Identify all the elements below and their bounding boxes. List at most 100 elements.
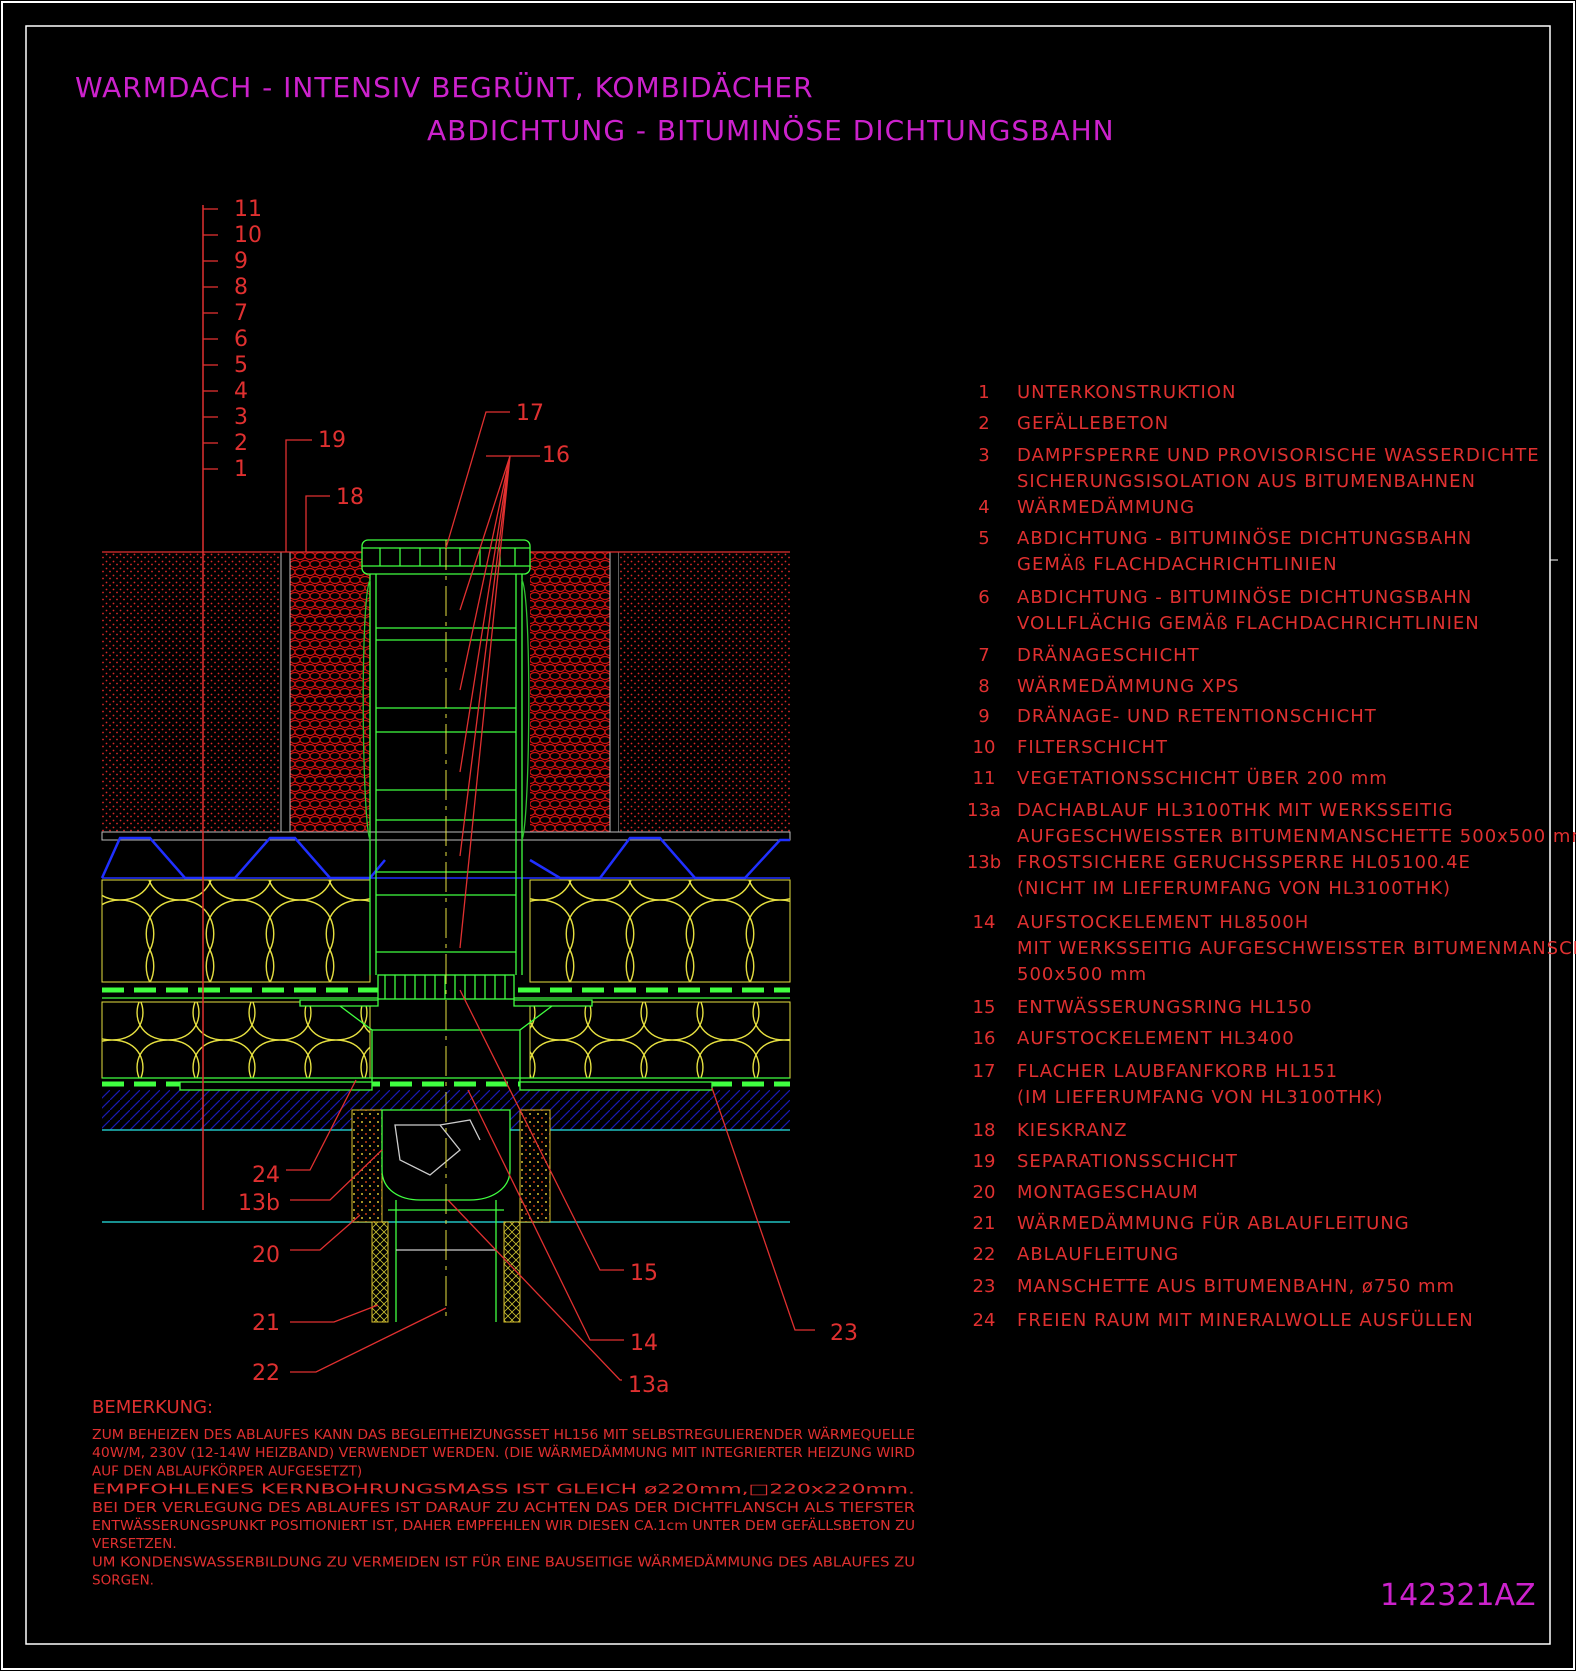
legend-text: MANSCHETTE AUS BITUMENBAHN, ø750 mm: [1017, 1276, 1455, 1297]
legend-number: 1: [978, 382, 989, 403]
legend-item: 3 DAMPFSPERRE UND PROVISORISCHE WASSERDIC…: [978, 445, 1540, 492]
legend-item: 8 WÄRMEDÄMMUNG XPS: [978, 676, 1238, 697]
callout-24: 24: [252, 1163, 280, 1188]
legend-text: ENTWÄSSERUNGSRING HL150: [1017, 997, 1313, 1018]
legend: 1 UNTERKONSTRUKTION 2 GEFÄLLEBETON 3 DAMPFSPE…: [967, 382, 1576, 1331]
legend-item: 11 VEGETATIONSSCHICHT ÜBER 200 mm: [973, 767, 1387, 789]
legend-number: 18: [973, 1120, 996, 1141]
title-line-1: WARMDACH - INTENSIV BEGRÜNT, KOMBIDÄCHER: [75, 70, 814, 104]
vegetation-layer-left: [102, 552, 281, 832]
legend-item: 19 SEPARATIONSSCHICHT: [973, 1151, 1238, 1172]
remark-line: EMPFOHLENES KERNBOHRUNGSMASS IST GLEICH …: [92, 1482, 915, 1498]
legend-item: 15 ENTWÄSSERUNGSRING HL150: [973, 997, 1313, 1018]
mounting-foam-left: [351, 1109, 383, 1223]
legend-text: ABLAUFLEITUNG: [1017, 1244, 1179, 1265]
remark-line: ENTWÄSSERUNGSPUNKT POSITIONIERT IST, DAH…: [92, 1516, 915, 1534]
remark-heading: BEMERKUNG:: [92, 1397, 213, 1418]
legend-number: 4: [978, 497, 989, 518]
legend-number: 6: [978, 587, 989, 608]
legend-number: 3: [978, 445, 989, 466]
legend-text: (IM LIEFERUMFANG VON HL3100THK): [1017, 1087, 1383, 1108]
callout-23: 23: [830, 1321, 858, 1346]
legend-item: 5 ABDICHTUNG - BITUMINÖSE DICHTUNGSBAHN GE…: [978, 527, 1472, 575]
legend-text: UNTERKONSTRUKTION: [1017, 382, 1236, 403]
layer-number: 6: [234, 327, 248, 352]
legend-item: 2 GEFÄLLEBETON: [978, 413, 1169, 434]
legend-number: 17: [973, 1061, 996, 1082]
legend-item: 9 DRÄNAGE- UND RETENTIONSCHICHT: [978, 706, 1375, 727]
callout-14: 14: [630, 1331, 658, 1356]
legend-text: DACHABLAUF HL3100THK MIT WERKSSEITIG: [1017, 800, 1454, 821]
legend-text: FROSTSICHERE GERUCHSSPERRE HL05100.4E: [1017, 852, 1471, 873]
layer-number: 2: [234, 431, 248, 456]
remark-line: UM KONDENSWASSERBILDUNG ZU VERMEIDEN IST…: [92, 1552, 915, 1570]
drawing-number: 142321AZ: [1380, 1578, 1536, 1613]
legend-number: 13a: [967, 800, 1001, 821]
legend-item: 7 DRÄNAGESCHICHT: [978, 645, 1198, 666]
remark-text: ZUM BEHEIZEN DES ABLAUFES KANN DAS BEGLE…: [92, 1425, 915, 1589]
legend-text: WÄRMEDÄMMUNG: [1017, 497, 1195, 518]
legend-number: 23: [973, 1276, 996, 1297]
legend-number: 19: [973, 1151, 996, 1172]
callout-13b: 13b: [238, 1191, 280, 1216]
legend-item: 23 MANSCHETTE AUS BITUMENBAHN, ø750 mm: [973, 1276, 1455, 1297]
legend-text: MONTAGESCHAUM: [1017, 1182, 1199, 1203]
legend-text: GEMÄß FLACHDACHRICHTLINIEN: [1017, 554, 1338, 575]
thermal-insulation-left: [101, 1001, 371, 1079]
legend-number: 10: [973, 737, 996, 758]
legend-item: 6 ABDICHTUNG - BITUMINÖSE DICHTUNGSBAHN VO…: [978, 586, 1478, 634]
legend-text: GEFÄLLEBETON: [1017, 413, 1169, 434]
legend-text: AUFSTOCKELEMENT HL3400: [1017, 1028, 1295, 1049]
legend-text: 500x500 mm: [1017, 964, 1147, 985]
xps-insulation-left: [101, 879, 371, 983]
legend-item: 16 AUFSTOCKELEMENT HL3400: [973, 1028, 1295, 1049]
callout-15: 15: [630, 1261, 658, 1286]
remark-line: ZUM BEHEIZEN DES ABLAUFES KANN DAS BEGLE…: [92, 1425, 915, 1443]
legend-number: 16: [973, 1028, 996, 1049]
legend-number: 24: [973, 1310, 996, 1331]
separation-layer-left: [280, 551, 291, 833]
callout-22: 22: [252, 1361, 280, 1386]
legend-number: 7: [978, 645, 989, 666]
legend-item: 24 FREIEN RAUM MIT MINERALWOLLE AUSFÜLLEN: [973, 1309, 1473, 1331]
gravel-ring-left: [290, 552, 370, 832]
layer-number: 7: [234, 301, 248, 326]
layer-number: 1: [234, 457, 248, 482]
legend-text: DAMPFSPERRE UND PROVISORISCHE WASSERDICH…: [1017, 445, 1540, 466]
legend-item: 4 WÄRMEDÄMMUNG: [978, 497, 1195, 518]
layer-number: 3: [234, 405, 248, 430]
layer-number: 9: [234, 249, 248, 274]
xps-insulation-right: [529, 879, 791, 983]
separation-layer-right: [609, 551, 620, 833]
callout-21: 21: [252, 1311, 280, 1336]
legend-item: 17 FLACHER LAUBFANFKORB HL151 (IM LIEFERUM…: [973, 1061, 1383, 1108]
vegetation-layer-right: [619, 552, 790, 832]
legend-number: 5: [978, 528, 989, 549]
thermal-insulation-right: [529, 1001, 791, 1079]
legend-item: 13a DACHABLAUF HL3100THK MIT WERKSSEITIG A…: [967, 800, 1576, 847]
legend-number: 13b: [967, 852, 1001, 873]
remark-line: SORGEN.: [92, 1573, 154, 1589]
callout-13a: 13a: [628, 1373, 669, 1398]
legend-text: ABDICHTUNG - BITUMINÖSE DICHTUNGSBAHN: [1017, 527, 1472, 549]
remark-line: AUF DEN ABLAUFKÖRPER AUFGESETZT): [92, 1461, 362, 1479]
legend-text: SEPARATIONSSCHICHT: [1017, 1151, 1238, 1172]
callout-20: 20: [252, 1243, 280, 1268]
legend-item: 21 WÄRMEDÄMMUNG FÜR ABLAUFLEITUNG: [973, 1212, 1409, 1234]
legend-item: 13b FROSTSICHERE GERUCHSSPERRE HL05100.4E…: [967, 852, 1471, 899]
layer-number: 8: [234, 275, 248, 300]
legend-item: 10 FILTERSCHICHT: [973, 737, 1167, 758]
layer-number: 11: [234, 197, 262, 222]
title-line-2: ABDICHTUNG - BITUMINÖSE DICHTUNGSBAHN: [427, 113, 1115, 147]
legend-number: 2: [978, 413, 989, 434]
legend-text: AUFGESCHWEISSTER BITUMENMANSCHETTE 500x5…: [1017, 826, 1576, 847]
legend-number: 8: [978, 676, 989, 697]
legend-number: 22: [973, 1244, 996, 1265]
remark-line: BEI DER VERLEGUNG DES ABLAUFES IST DARAU…: [92, 1500, 915, 1516]
drainage-retention-layer-right: [529, 836, 790, 880]
legend-number: 20: [973, 1182, 996, 1203]
layer-number: 5: [234, 353, 248, 378]
callout-19: 19: [318, 428, 346, 453]
legend-number: 9: [978, 706, 989, 727]
legend-number: 14: [973, 912, 996, 933]
